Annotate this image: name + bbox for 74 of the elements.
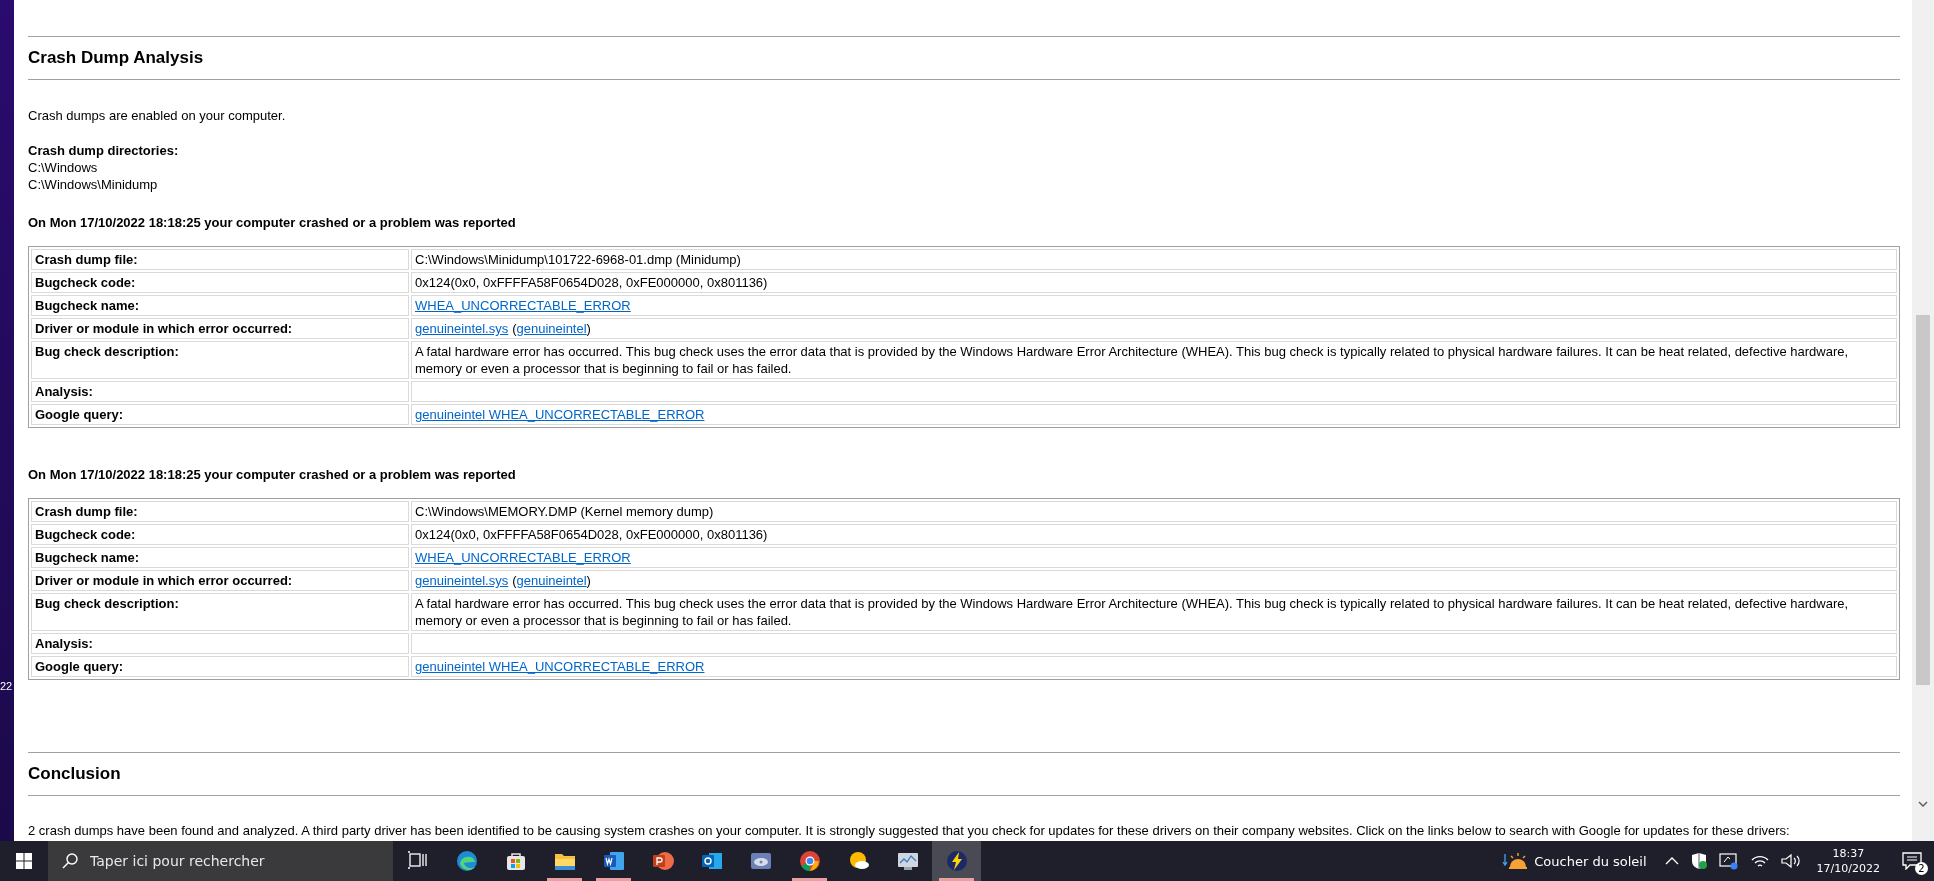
running-indicator — [792, 878, 827, 881]
shopping-bag-icon — [504, 850, 527, 872]
intro-text: Crash dumps are enabled on your computer. — [28, 107, 287, 124]
conclusion-text: 2 crash dumps have been found and analyzed. A third party driver has been identified to be causing system crashes on your computer. It is strongly suggested that you check for updates for these drivers on their company websites. Click on the links below to search with Google for updates for these drivers: — [28, 822, 1791, 839]
speaker-icon[interactable] — [1780, 853, 1801, 869]
chevron-up-icon[interactable] — [1664, 856, 1679, 866]
value-text: ( — [512, 321, 517, 336]
table-cell: Bugcheck name: — [31, 295, 409, 316]
value-text: C:\Windows\Minidump\101722-6968-01.dmp (Minidump) — [415, 252, 741, 267]
table-cell: Analysis: — [31, 633, 409, 654]
running-indicator — [596, 878, 631, 881]
table-cell: Driver or module in which error occurred: — [31, 570, 409, 591]
clock-button[interactable]: 18:37 17/10/2022 — [1806, 841, 1890, 881]
mail-o-icon — [700, 850, 723, 872]
value-text: A fatal hardware error has occurred. This bug check uses the error data that is provided by the Windows Hardware Error Architecture (WHEA). This bug check is typically related to physical hardware failures. It can be heat related, defective hardware, memory or even a processor that is beginning to fail or has failed. — [415, 344, 1849, 376]
scrollbar[interactable] — [1912, 0, 1934, 841]
link[interactable]: genuineintel — [516, 573, 587, 588]
table-cell: Driver or module in which error occurred: — [31, 318, 409, 339]
crash-heading: On Mon 17/10/2022 18:18:25 your computer crashed or a problem was reported — [28, 466, 517, 483]
browser-swirl-icon — [455, 850, 478, 872]
sun-icon — [1502, 851, 1529, 871]
link[interactable]: WHEA_UNCORRECTABLE_ERROR — [415, 550, 631, 565]
section-heading: Conclusion — [28, 763, 122, 785]
scrollbar-thumb[interactable] — [1916, 315, 1930, 685]
crash-heading: On Mon 17/10/2022 18:18:25 your computer crashed or a problem was reported — [28, 214, 517, 231]
table-cell: Google query: — [31, 656, 409, 677]
value-text: ( — [512, 573, 517, 588]
running-indicator — [939, 878, 974, 881]
link[interactable]: genuineintel.sys — [415, 321, 509, 336]
table-cell: Bug check description: — [31, 593, 409, 631]
notification-count: 2 — [1915, 862, 1928, 875]
monitor-chart-icon — [896, 850, 919, 872]
message-icon — [1902, 852, 1922, 870]
link[interactable]: genuineintel — [516, 321, 587, 336]
taskbar-app-button[interactable] — [932, 841, 981, 881]
directory-path: C:\Windows\Minidump — [28, 176, 159, 193]
table-cell: Bugcheck code: — [31, 272, 409, 293]
section-heading: Crash Dump Analysis — [28, 47, 205, 69]
value-text: ) — [586, 321, 591, 336]
value-text: A fatal hardware error has occurred. This bug check uses the error data that is provided by the Windows Hardware Error Architecture (WHEA). This bug check is typically related to physical hardware failures. It can be heat related, defective hardware, memory or even a processor that is beginning to fail or has failed. — [415, 596, 1849, 628]
table-cell: Bugcheck name: — [31, 547, 409, 568]
link[interactable]: genuineintel.sys — [415, 573, 509, 588]
directories-label: Crash dump directories: — [28, 142, 180, 159]
scroll-down-icon[interactable] — [1918, 801, 1928, 807]
lightning-bolt-icon — [945, 850, 968, 872]
wifi-icon[interactable] — [1750, 853, 1769, 869]
table-cell: Bugcheck code: — [31, 524, 409, 545]
document-w-icon — [602, 850, 625, 872]
table-cell: Google query: — [31, 404, 409, 425]
sun-cloud-icon — [847, 850, 870, 872]
running-indicator — [547, 878, 582, 881]
table-cell: Crash dump file: — [31, 249, 409, 270]
table-cell: Crash dump file: — [31, 501, 409, 522]
presentation-p-icon — [651, 850, 674, 872]
value-text: ) — [586, 573, 591, 588]
notifications-button[interactable]: 2 — [1890, 841, 1934, 881]
table-cell: Bug check description: — [31, 341, 409, 379]
value-text: 0x124(0x0, 0xFFFFA58F0654D028, 0xFE000000, 0x801136) — [415, 527, 768, 542]
shield-check-icon[interactable] — [1690, 852, 1707, 870]
disc-drive-icon — [749, 850, 772, 872]
search-icon — [62, 853, 78, 869]
value-text: C:\Windows\MEMORY.DMP (Kernel memory dump) — [415, 504, 714, 519]
directory-path: C:\Windows — [28, 159, 99, 176]
weather-button[interactable]: Coucher du soleil — [1490, 841, 1659, 881]
link[interactable]: genuineintel WHEA_UNCORRECTABLE_ERROR — [415, 407, 705, 422]
chrome-ball-icon — [798, 850, 821, 872]
task-view-icon — [406, 850, 429, 872]
link[interactable]: WHEA_UNCORRECTABLE_ERROR — [415, 298, 631, 313]
desktop-text: 22 — [0, 680, 13, 693]
link[interactable]: genuineintel WHEA_UNCORRECTABLE_ERROR — [415, 659, 705, 674]
table-cell: Analysis: — [31, 381, 409, 402]
search-field[interactable]: Taper ici pour rechercher — [48, 841, 393, 881]
value-text: 0x124(0x0, 0xFFFFA58F0654D028, 0xFE000000, 0x801136) — [415, 275, 768, 290]
windows-logo-icon — [16, 853, 32, 869]
